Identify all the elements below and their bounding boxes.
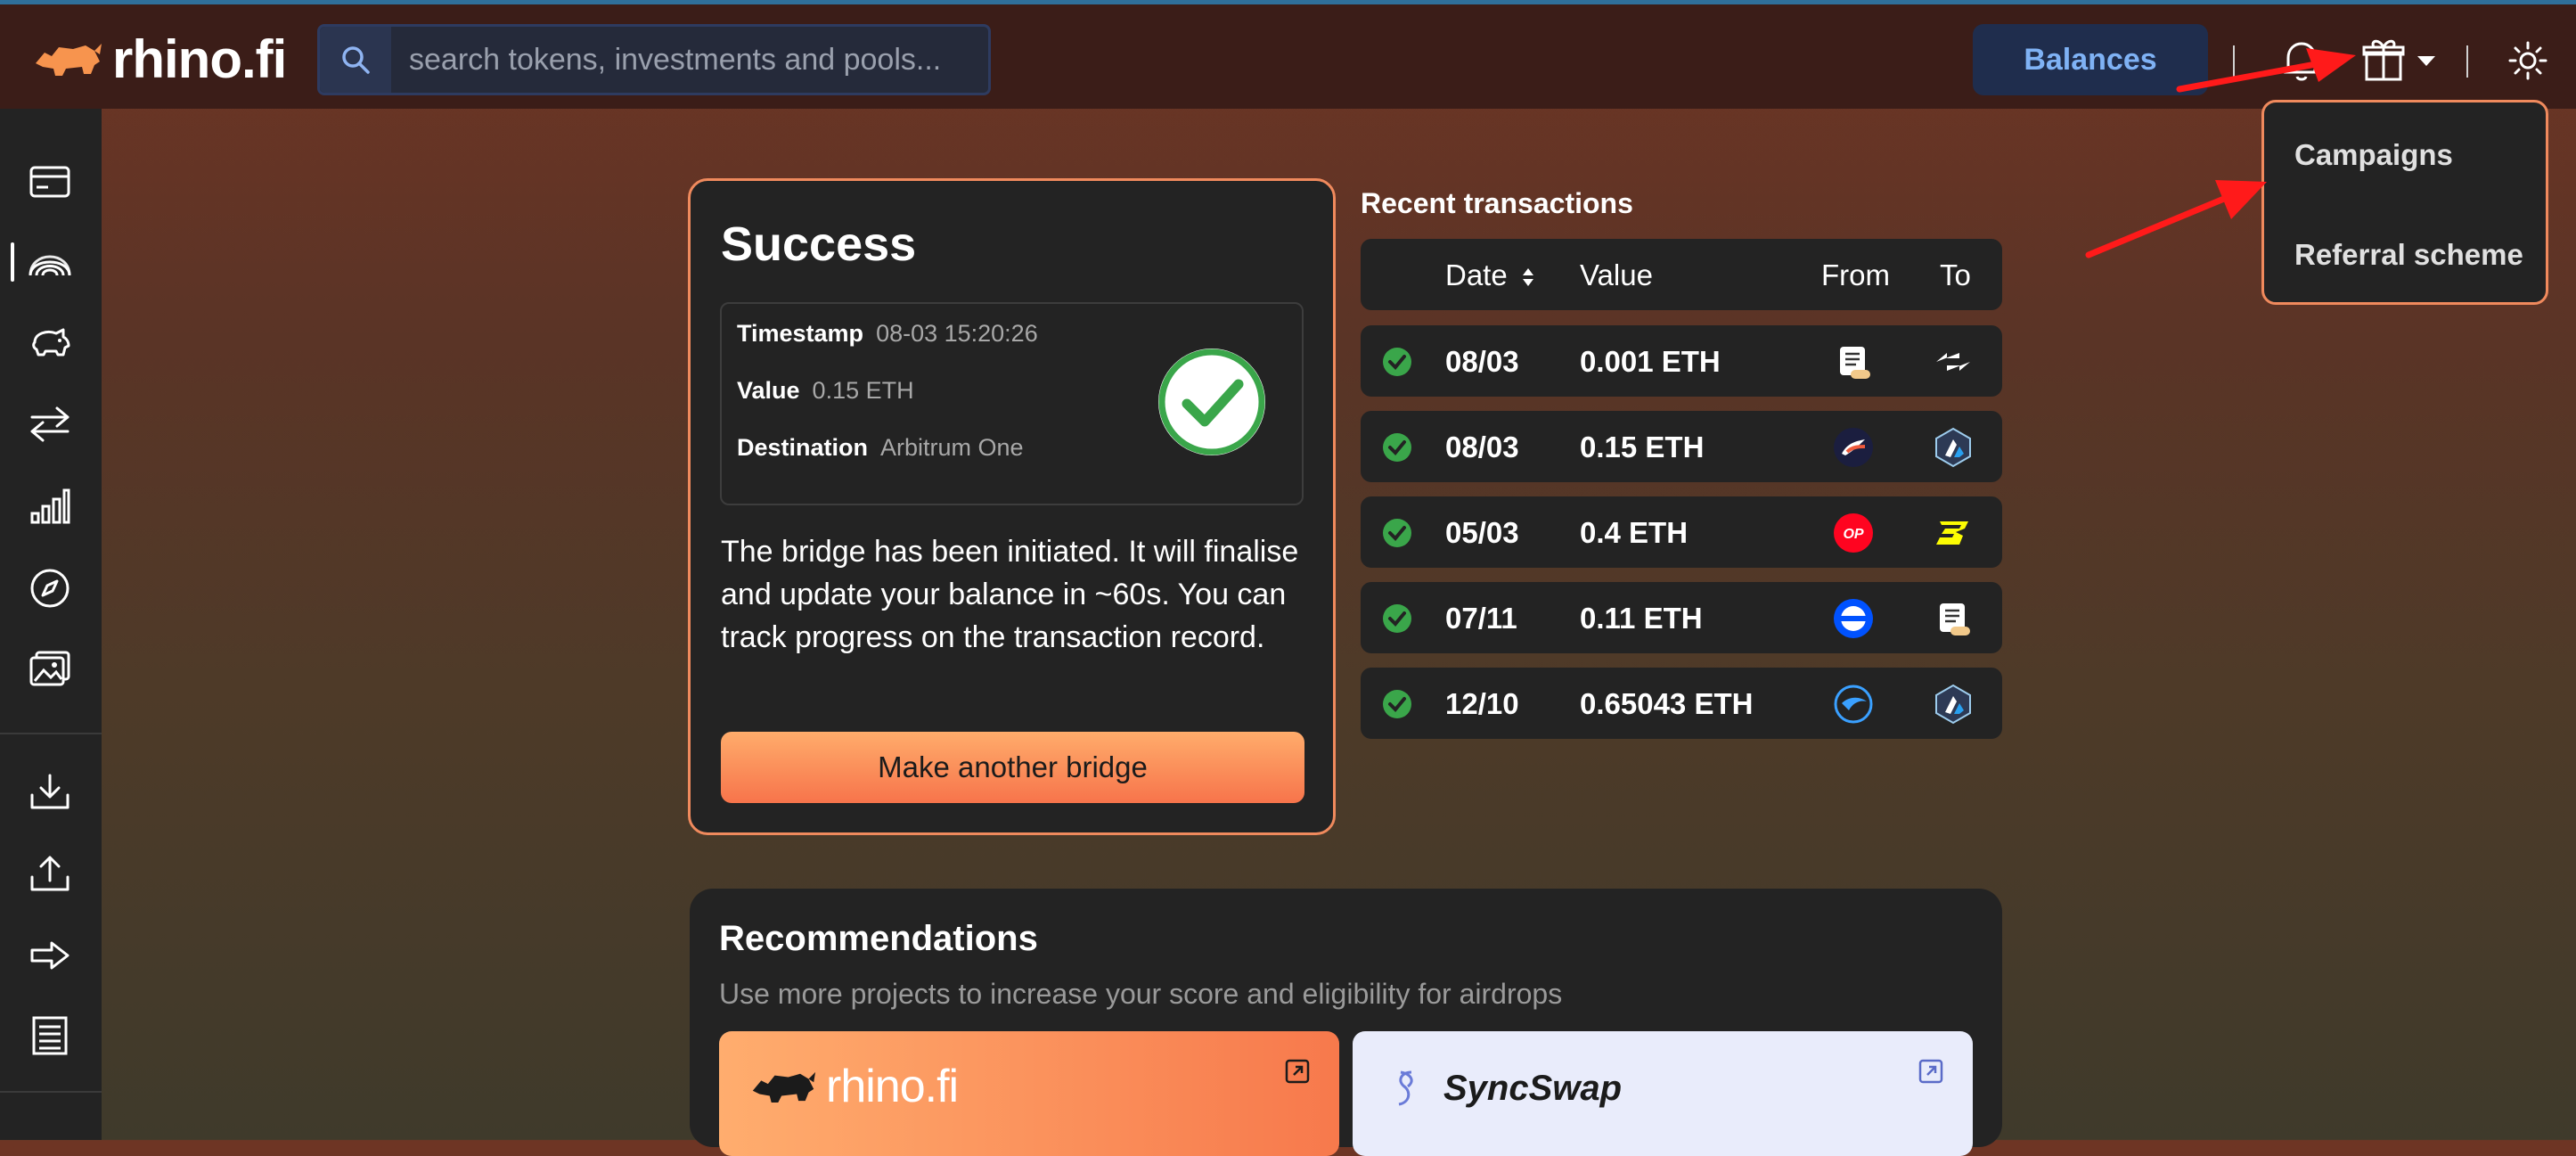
search-icon[interactable] [320, 27, 391, 93]
compass-icon[interactable] [21, 560, 78, 617]
top-bar: rhino.fi Balances [0, 4, 2576, 109]
tx-date: 05/03 [1445, 516, 1519, 549]
success-message: The bridge has been initiated. It will f… [721, 535, 1299, 654]
completed-check-icon [1383, 433, 1411, 462]
make-another-bridge-button[interactable]: Make another bridge [721, 732, 1304, 803]
search-input[interactable] [391, 26, 988, 94]
upload-icon[interactable] [21, 845, 78, 902]
timestamp-row: Timestamp 08-03 15:20:26 [737, 320, 1038, 348]
timestamp-value: 08-03 15:20:26 [876, 320, 1038, 347]
external-link-icon[interactable] [1284, 1058, 1311, 1085]
table-row[interactable]: 05/03 0.4 ETH OP [1361, 496, 2002, 568]
transaction-details: Timestamp 08-03 15:20:26 Value 0.15 ETH De… [720, 302, 1304, 505]
chart-icon[interactable] [21, 478, 78, 535]
tx-date: 08/03 [1445, 345, 1519, 378]
recent-transactions-title: Recent transactions [1361, 187, 1633, 219]
destination-value: Arbitrum One [880, 434, 1024, 461]
sun-icon[interactable] [2506, 38, 2550, 83]
date-header-label: Date [1445, 258, 1508, 291]
value-label: Value [737, 377, 800, 404]
success-card: Success Timestamp 08-03 15:20:26 Value 0.1… [688, 178, 1336, 835]
syncswap-logo-icon [1398, 1070, 1413, 1106]
zksync-icon [1936, 353, 1970, 371]
recommendations-card: Recommendations Use more projects to inc… [690, 889, 2002, 1156]
value-value: 0.15 ETH [812, 377, 914, 404]
tx-date: 12/10 [1445, 687, 1519, 720]
swap-icon[interactable] [21, 396, 78, 453]
to-column-header: To [1940, 258, 1971, 291]
tx-value: 0.4 ETH [1580, 516, 1689, 549]
tx-value: 0.001 ETH [1580, 345, 1721, 378]
menu-item-campaigns[interactable]: Campaigns [2294, 138, 2453, 172]
project-card-rhino[interactable]: rhino.fi [719, 1031, 1339, 1156]
search-bar[interactable] [317, 24, 991, 95]
date-column-header[interactable]: Date [1445, 258, 1535, 292]
blast-icon [1936, 521, 1968, 545]
download-icon[interactable] [21, 763, 78, 820]
completed-check-icon [1383, 519, 1411, 547]
completed-check-icon [1383, 348, 1411, 376]
value-column-header: Value [1580, 258, 1653, 291]
starknet-icon [1834, 428, 1873, 467]
from-column-header: From [1821, 258, 1890, 291]
table-row[interactable]: 08/03 0.001 ETH [1361, 325, 2002, 397]
menu-item-referral-scheme[interactable]: Referral scheme [2294, 238, 2523, 272]
success-title: Success [721, 217, 917, 271]
optimism-badge-text: OP [1843, 527, 1863, 542]
success-check-icon [1158, 348, 1265, 455]
arbitrum-icon [1935, 684, 1971, 725]
brand-logo[interactable]: rhino.fi [32, 28, 287, 90]
table-row[interactable]: 07/11 0.11 ETH [1361, 582, 2002, 653]
completed-check-icon [1383, 604, 1411, 633]
tx-value: 0.11 ETH [1580, 602, 1703, 635]
external-link-icon[interactable] [1918, 1058, 1944, 1085]
balances-button[interactable]: Balances [1973, 24, 2208, 95]
scroll-icon [1840, 347, 1870, 379]
brand-name: rhino.fi [112, 29, 287, 89]
sidebar-divider [0, 733, 102, 734]
taiko-icon [1834, 685, 1873, 724]
arbitrum-icon [1935, 427, 1971, 468]
value-row: Value 0.15 ETH [737, 377, 914, 405]
rhino-logo-icon [752, 1071, 816, 1103]
sort-icon[interactable] [1521, 266, 1535, 289]
project-name: rhino.fi [826, 1061, 959, 1112]
project-name: SyncSwap [1443, 1069, 1623, 1108]
annotation-arrow-icon-2 [2085, 180, 2267, 258]
scroll-icon [1940, 603, 1970, 635]
rhino-logo-icon [36, 44, 102, 76]
header-divider [2233, 45, 2235, 78]
gift-dropdown-menu: Campaigns Referral scheme [2261, 100, 2548, 305]
receipt-icon[interactable] [21, 1007, 78, 1064]
transactions-table-header: Date Value From To [1361, 239, 2002, 310]
optimism-icon: OP [1834, 513, 1873, 553]
tx-date: 08/03 [1445, 430, 1519, 463]
project-card-syncswap[interactable]: SyncSwap [1353, 1031, 1973, 1156]
bridge-icon[interactable] [21, 234, 78, 291]
timestamp-label: Timestamp [737, 320, 864, 347]
header-divider-2 [2466, 45, 2468, 78]
sidebar-divider-2 [0, 1091, 102, 1093]
tx-value: 0.15 ETH [1580, 430, 1705, 463]
gallery-icon[interactable] [21, 640, 78, 697]
sidebar-active-indicator [11, 242, 14, 282]
card-icon[interactable] [21, 153, 78, 210]
bell-icon[interactable] [2278, 37, 2326, 85]
sidebar [0, 109, 102, 1140]
destination-row: Destination Arbitrum One [737, 434, 1024, 462]
arrow-right-icon[interactable] [21, 927, 78, 984]
table-row[interactable]: 12/10 0.65043 ETH [1361, 668, 2002, 739]
base-icon [1834, 599, 1873, 638]
gift-icon[interactable] [2359, 35, 2408, 85]
recommendations-title: Recommendations [719, 919, 1038, 958]
destination-label: Destination [737, 434, 869, 461]
tx-date: 07/11 [1445, 602, 1517, 635]
chevron-down-icon[interactable] [2413, 47, 2440, 74]
table-row[interactable]: 08/03 0.15 ETH [1361, 411, 2002, 482]
piggy-bank-icon[interactable] [21, 316, 78, 373]
completed-check-icon [1383, 690, 1411, 718]
recommendations-subtitle: Use more projects to increase your score… [719, 978, 1563, 1010]
tx-value: 0.65043 ETH [1580, 687, 1754, 720]
